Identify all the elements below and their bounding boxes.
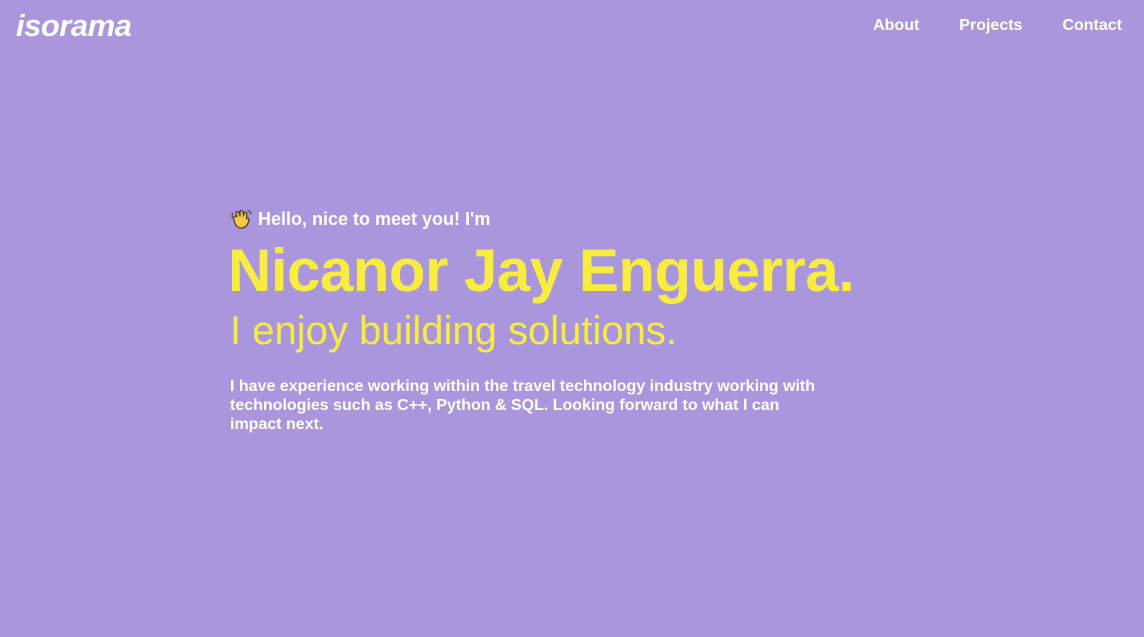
hero-bio: I have experience working within the tra… xyxy=(230,378,815,433)
site-logo[interactable]: isorama xyxy=(16,7,132,45)
nav-link-about[interactable]: About xyxy=(873,16,919,36)
site-header: isorama About Projects Contact xyxy=(0,0,1144,54)
greeting-line: Hello, nice to meet you! I'm xyxy=(230,207,930,231)
hero-tagline: I enjoy building solutions. xyxy=(230,309,677,353)
nav-link-projects[interactable]: Projects xyxy=(959,16,1022,36)
hero-section: Hello, nice to meet you! I'm Nicanor Jay… xyxy=(228,207,930,434)
greeting-text: Hello, nice to meet you! I'm xyxy=(258,209,491,229)
waving-hand-icon xyxy=(230,208,252,230)
nav-link-contact[interactable]: Contact xyxy=(1062,16,1122,36)
hero-name: Nicanor Jay Enguerra. xyxy=(228,237,855,304)
main-nav: About Projects Contact xyxy=(873,16,1122,36)
